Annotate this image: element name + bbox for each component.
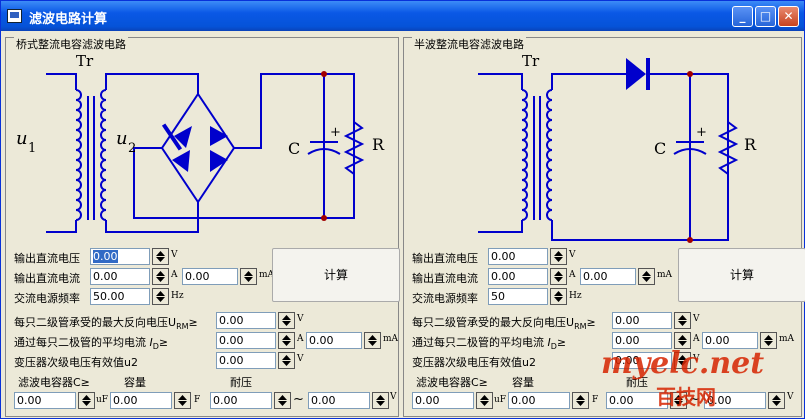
spin-updown-icon[interactable] [550,268,567,285]
out-voltage-label: 输出直流电压 [412,252,478,265]
u2-label: u [116,128,128,149]
max-reverse-input[interactable]: 0.00 [216,312,276,329]
spin-updown-icon[interactable] [78,392,95,409]
capacity-label: 容量 [124,376,146,389]
capacity-label: 容量 [512,376,534,389]
filter-cap-label: 滤波电容器C≥ [416,376,488,389]
out-voltage-input[interactable]: 0.00 [488,248,548,265]
max-reverse-input[interactable]: 0.00 [612,312,672,329]
spin-updown-icon[interactable] [240,268,257,285]
spin-updown-icon[interactable] [152,248,169,265]
spin-updown-icon[interactable] [278,332,295,349]
secondary-voltage-label: 变压器次级电压有效值u2 [14,356,138,369]
out-current-ma-input[interactable]: 0.00 [182,268,238,285]
svg-text:2: 2 [128,141,136,156]
app-window: 滤波电路计算 _ □ ✕ 桥式整流电容滤波电路 Tr u 1 u 2 C + R… [0,0,805,419]
c-label: C [654,139,666,158]
spin-updown-icon[interactable] [278,312,295,329]
cap-f-input[interactable]: 0.00 [110,392,172,409]
spin-updown-icon[interactable] [364,332,381,349]
spin-updown-icon[interactable] [174,392,191,409]
tr-label: Tr [522,52,540,70]
out-current-ma-input[interactable]: 0.00 [580,268,636,285]
out-voltage-label: 输出直流电压 [14,252,80,265]
svg-text:1: 1 [28,141,36,156]
max-reverse-label: 每只二级管承受的最大反向电压 [14,316,168,329]
spin-updown-icon[interactable] [476,392,493,409]
r-label: R [372,135,385,154]
filter-cap-label: 滤波电容器C≥ [18,376,90,389]
close-button[interactable]: ✕ [778,6,799,27]
window-title: 滤波电路计算 [29,12,108,27]
spin-updown-icon[interactable] [372,392,389,409]
app-icon [7,9,22,23]
spin-updown-icon[interactable] [768,392,785,409]
minimize-button[interactable]: _ [732,6,753,27]
out-current-input[interactable]: 0.00 [90,268,150,285]
spin-updown-icon[interactable] [572,392,589,409]
spin-updown-icon[interactable] [152,288,169,305]
calculate-button[interactable]: 计算 [678,248,805,302]
spin-updown-icon[interactable] [274,392,291,409]
bridge-circuit-diagram: Tr u 1 u 2 C + R [16,52,385,233]
secondary-voltage-input[interactable]: 0.00 [216,352,276,369]
spin-updown-icon[interactable] [674,312,691,329]
halfwave-circuit-diagram: Tr C + R [478,52,757,243]
avg-current-input[interactable]: 0.00 [216,332,276,349]
spin-updown-icon[interactable] [550,248,567,265]
spin-updown-icon[interactable] [152,268,169,285]
spin-updown-icon[interactable] [278,352,295,369]
watermark-logo: myelc.net [601,346,765,381]
ac-freq-input[interactable]: 50 [488,288,548,305]
r-label: R [744,135,757,154]
max-reverse-label: 每只二级管承受的最大反向电压 [412,316,566,329]
title-bar[interactable]: 滤波电路计算 _ □ ✕ [1,1,804,31]
tr-label: Tr [76,52,94,70]
svg-text:+: + [330,125,341,140]
maximize-button[interactable]: □ [755,6,776,27]
out-current-input[interactable]: 0.00 [488,268,548,285]
out-current-label: 输出直流电流 [412,272,478,285]
voltage-rating-label: 耐压 [230,376,252,389]
bridge-rectifier-panel: 桥式整流电容滤波电路 Tr u 1 u 2 C + R 输出直流电压 0.00 … [5,36,400,417]
cap-f-input[interactable]: 0.00 [508,392,570,409]
ac-freq-input[interactable]: 50.00 [90,288,150,305]
c-label: C [288,139,300,158]
u1-label: u [16,128,28,149]
avg-current-label: 通过每只二极管的平均电流 [14,336,146,349]
rating-low-input[interactable]: 0.00 [210,392,272,409]
calculate-button[interactable]: 计算 [272,248,400,302]
avg-current-ma-input[interactable]: 0.00 [306,332,362,349]
svg-text:+: + [696,125,707,140]
ac-freq-label: 交流电源频率 [14,292,80,305]
spin-updown-icon[interactable] [550,288,567,305]
spin-updown-icon[interactable] [638,268,655,285]
watermark-text: 百技网 [656,385,716,409]
cap-uf-input[interactable]: 0.00 [14,392,76,409]
avg-current-label: 通过每只二极管的平均电流 [412,336,544,349]
secondary-voltage-label: 变压器次级电压有效值u2 [412,356,536,369]
ac-freq-label: 交流电源频率 [412,292,478,305]
out-voltage-input[interactable]: 0.00 [90,248,150,265]
out-current-label: 输出直流电流 [14,272,80,285]
rating-high-input[interactable]: 0.00 [308,392,370,409]
cap-uf-input[interactable]: 0.00 [412,392,474,409]
